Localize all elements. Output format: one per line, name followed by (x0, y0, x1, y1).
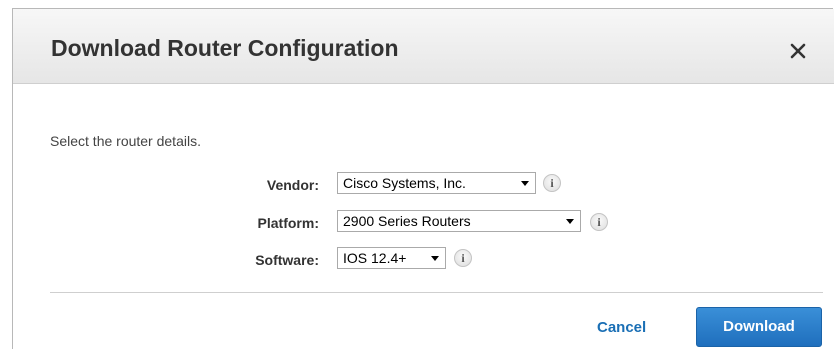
intro-text: Select the router details. (50, 133, 201, 149)
vendor-info-icon[interactable]: i (543, 174, 561, 192)
chevron-down-icon (566, 219, 574, 224)
vendor-select[interactable]: Cisco Systems, Inc. (337, 172, 536, 194)
close-button[interactable] (785, 38, 811, 64)
software-info-icon[interactable]: i (454, 249, 472, 267)
platform-label: Platform: (257, 215, 319, 231)
close-icon (790, 43, 806, 59)
software-select-value: IOS 12.4+ (343, 250, 407, 266)
software-select[interactable]: IOS 12.4+ (337, 247, 446, 269)
platform-select-value: 2900 Series Routers (343, 213, 471, 229)
download-button[interactable]: Download (696, 307, 822, 347)
platform-select[interactable]: 2900 Series Routers (337, 210, 581, 232)
footer-divider (50, 292, 823, 293)
cancel-button[interactable]: Cancel (597, 319, 646, 336)
chevron-down-icon (521, 181, 529, 186)
vendor-select-value: Cisco Systems, Inc. (343, 175, 466, 191)
vendor-label: Vendor: (266, 177, 319, 193)
download-router-config-dialog: Download Router Configuration Select the… (12, 8, 834, 349)
dialog-header: Download Router Configuration (13, 9, 834, 84)
platform-info-icon[interactable]: i (590, 213, 608, 231)
chevron-down-icon (431, 256, 439, 261)
dialog-title: Download Router Configuration (51, 35, 399, 61)
software-label: Software: (255, 252, 319, 268)
